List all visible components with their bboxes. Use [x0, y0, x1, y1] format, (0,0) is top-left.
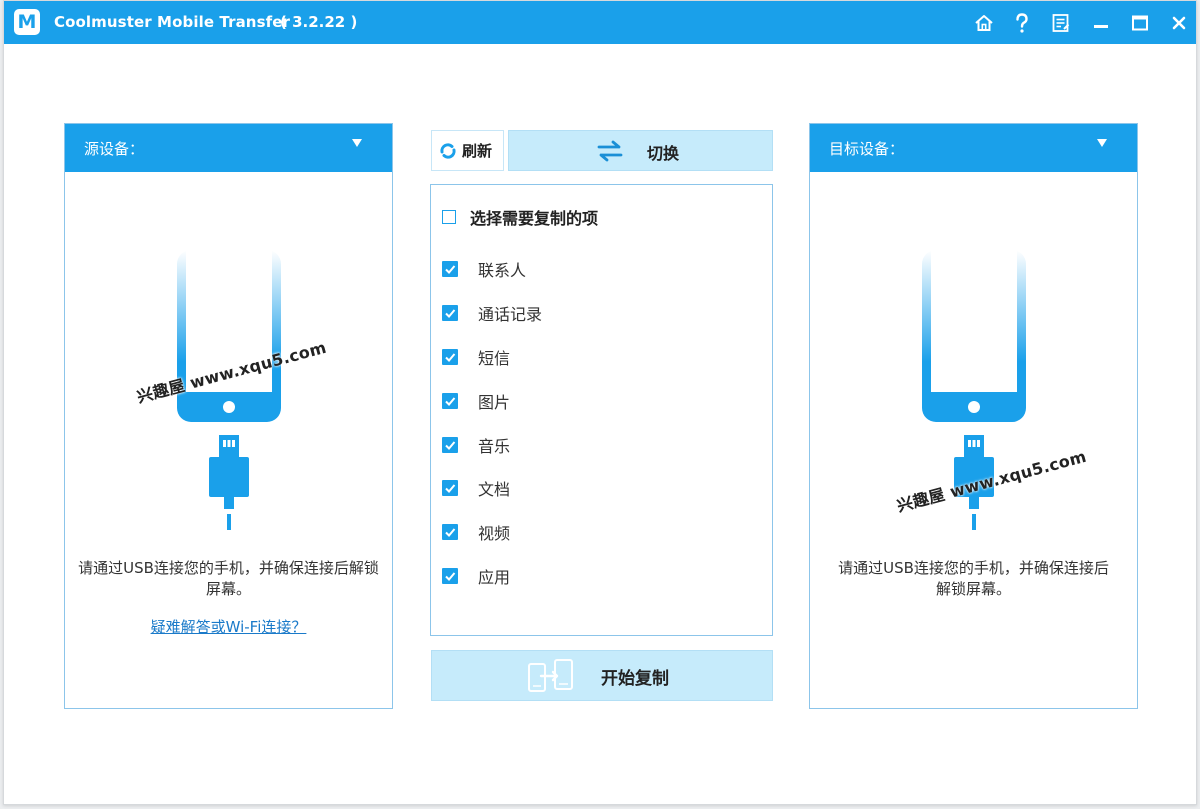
refresh-icon — [440, 142, 456, 159]
target-connect-message: 请通过USB连接您的手机，并确保连接后解锁屏幕。 — [838, 559, 1109, 598]
item-label: 图片 — [478, 393, 511, 412]
help-icon[interactable] — [1009, 10, 1035, 36]
checkbox-checked-icon — [442, 349, 458, 365]
source-connect-message: 请通过USB连接您的手机，并确保连接后解锁屏幕。 — [78, 559, 379, 598]
target-device-dropdown-icon[interactable] — [1097, 139, 1107, 147]
switch-label: 切换 — [647, 144, 680, 163]
select-all-label: 选择需要复制的项 — [470, 209, 599, 228]
item-photos[interactable]: 图片 — [442, 389, 510, 413]
item-music[interactable]: 音乐 — [442, 433, 510, 457]
minimize-icon[interactable] — [1088, 10, 1114, 36]
start-copy-button[interactable]: 开始复制 — [431, 650, 773, 701]
item-videos[interactable]: 视频 — [442, 520, 510, 544]
item-label: 文档 — [478, 480, 511, 499]
target-device-header[interactable]: 目标设备： — [810, 124, 1137, 172]
source-device-panel: 源设备： 请通过USB连接您的手机，并确保连接后解锁屏幕。 疑难解答或Wi-Fi… — [64, 123, 393, 709]
maximize-icon[interactable] — [1127, 10, 1153, 36]
item-label: 应用 — [478, 568, 511, 587]
start-copy-label: 开始复制 — [601, 669, 669, 689]
app-version: ( 3.2.22 ) — [280, 13, 358, 31]
checkbox-checked-icon — [442, 568, 458, 584]
item-label: 视频 — [478, 524, 511, 543]
home-icon[interactable] — [971, 10, 997, 36]
checkbox-checked-icon — [442, 524, 458, 540]
checkbox-checked-icon — [442, 305, 458, 321]
source-device-label: 源设备： — [84, 140, 145, 158]
item-apps[interactable]: 应用 — [442, 564, 510, 588]
item-label: 联系人 — [478, 261, 527, 280]
item-documents[interactable]: 文档 — [442, 476, 510, 500]
target-device-label: 目标设备： — [829, 140, 905, 158]
app-title: Coolmuster Mobile Transfer — [54, 13, 291, 31]
item-call-logs[interactable]: 通话记录 — [442, 301, 542, 325]
checkbox-checked-icon — [442, 437, 458, 453]
source-device-dropdown-icon[interactable] — [352, 139, 362, 147]
close-icon[interactable] — [1166, 10, 1192, 36]
refresh-button[interactable]: 刷新 — [431, 130, 504, 171]
select-all-checkbox[interactable]: 选择需要复制的项 — [442, 205, 598, 229]
checkbox-checked-icon — [442, 480, 458, 496]
app-window: M Coolmuster Mobile Transfer ( 3.2.22 ) … — [3, 0, 1197, 805]
phone-transfer-icon — [528, 659, 573, 692]
app-logo: M — [14, 9, 40, 35]
item-label: 音乐 — [478, 437, 511, 456]
checkbox-checked-icon — [442, 261, 458, 277]
refresh-label: 刷新 — [462, 142, 493, 160]
source-device-header[interactable]: 源设备： — [65, 124, 392, 172]
title-bar: M Coolmuster Mobile Transfer ( 3.2.22 ) — [4, 1, 1196, 44]
swap-icon — [597, 140, 623, 162]
unchecked-box-icon — [442, 210, 456, 224]
switch-button[interactable]: 切换 — [508, 130, 773, 171]
checkbox-checked-icon — [442, 393, 458, 409]
item-contacts[interactable]: 联系人 — [442, 257, 526, 281]
item-label: 短信 — [478, 349, 511, 368]
transfer-items-list: 选择需要复制的项 联系人 通话记录 短信 图片 音乐 文档 视频 应用 — [430, 184, 773, 636]
troubleshoot-link[interactable]: 疑难解答或Wi-Fi连接？ — [65, 616, 392, 637]
item-label: 通话记录 — [478, 305, 543, 324]
item-sms[interactable]: 短信 — [442, 345, 510, 369]
target-device-panel: 目标设备： 请通过USB连接您的手机，并确保连接后解锁屏幕。 — [809, 123, 1138, 709]
feedback-icon[interactable] — [1048, 10, 1074, 36]
